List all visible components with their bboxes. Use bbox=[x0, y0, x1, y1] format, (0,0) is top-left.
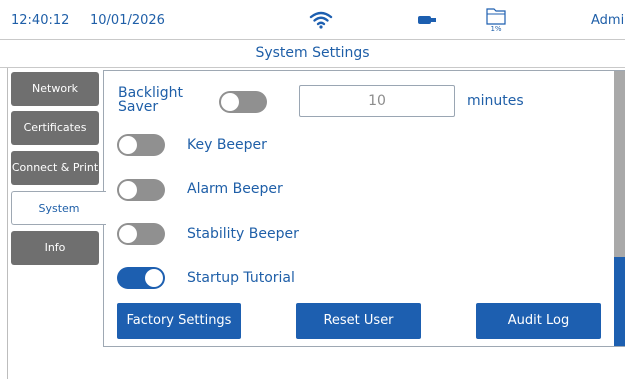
toggle-knob bbox=[119, 136, 137, 154]
toggle-knob bbox=[119, 225, 137, 243]
tab-network[interactable]: Network bbox=[11, 72, 99, 106]
audit-log-button[interactable]: Audit Log bbox=[476, 303, 601, 339]
backlight-saver-label-line2: Saver bbox=[118, 99, 159, 115]
tab-connect-print[interactable]: Connect & Print bbox=[11, 151, 99, 185]
alarm-beeper-label: Alarm Beeper bbox=[187, 181, 283, 197]
tab-certificates[interactable]: Certificates bbox=[11, 111, 99, 145]
startup-tutorial-toggle[interactable] bbox=[117, 267, 165, 289]
backlight-saver-label: Backlight Saver bbox=[118, 86, 183, 114]
factory-settings-button[interactable]: Factory Settings bbox=[117, 303, 241, 339]
wifi-icon bbox=[309, 11, 333, 29]
backlight-minutes-input[interactable]: 10 bbox=[299, 85, 455, 117]
storage-icon bbox=[486, 8, 506, 25]
backlight-saver-label-line1: Backlight bbox=[118, 85, 184, 101]
scrollbar-lower[interactable] bbox=[614, 257, 625, 346]
toggle-knob bbox=[119, 181, 137, 199]
tab-info[interactable]: Info bbox=[11, 231, 99, 265]
storage-percent: 1% bbox=[490, 25, 502, 33]
usb-icon bbox=[418, 16, 436, 24]
key-beeper-label: Key Beeper bbox=[187, 137, 267, 153]
current-user[interactable]: Admin bbox=[591, 13, 625, 28]
storage-indicator: 1% bbox=[484, 6, 508, 34]
alarm-beeper-toggle[interactable] bbox=[117, 179, 165, 201]
page-title: System Settings bbox=[0, 40, 625, 68]
status-time: 12:40:12 bbox=[11, 13, 70, 28]
stability-beeper-toggle[interactable] bbox=[117, 223, 165, 245]
reset-user-button[interactable]: Reset User bbox=[296, 303, 421, 339]
key-beeper-toggle[interactable] bbox=[117, 134, 165, 156]
minutes-unit-label: minutes bbox=[467, 93, 524, 109]
tab-system[interactable]: System bbox=[11, 191, 106, 225]
stability-beeper-label: Stability Beeper bbox=[187, 226, 299, 242]
toggle-knob bbox=[221, 93, 239, 111]
startup-tutorial-label: Startup Tutorial bbox=[187, 270, 295, 286]
scrollbar-thumb[interactable] bbox=[614, 71, 625, 257]
left-border bbox=[7, 68, 8, 379]
status-date: 10/01/2026 bbox=[90, 13, 165, 28]
backlight-saver-toggle[interactable] bbox=[219, 91, 267, 113]
toggle-knob bbox=[145, 269, 163, 287]
status-bar: 12:40:12 10/01/2026 1% Admin bbox=[0, 0, 625, 40]
